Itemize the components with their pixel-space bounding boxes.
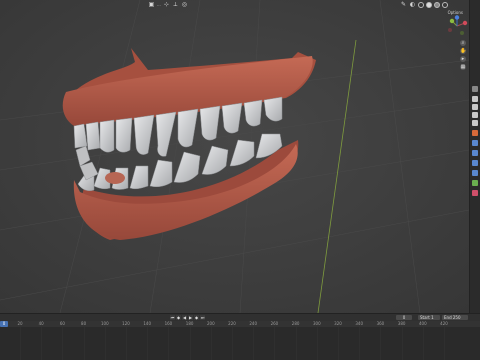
ruler-tick-line (20, 327, 21, 360)
ruler-tick-line (41, 327, 43, 360)
3d-viewport[interactable]: ▣ ... ⊹ ⟂ ◎ ✎ ◐ Options ⌕ ✋ ▸ ▦ (0, 0, 469, 313)
timeline-area[interactable]: 20 40 60 80 100 120 140 160 180 200 220 240 260 280 30… (0, 321, 480, 360)
ruler-tick-line (253, 327, 255, 360)
play-reverse-icon[interactable]: ◀ (182, 315, 187, 320)
perspective-toggle-icon[interactable]: ▦ (460, 64, 466, 70)
ruler-tick-line (104, 327, 106, 360)
mode-label[interactable]: ... (157, 2, 161, 7)
visibility-icon[interactable]: ✎ (400, 1, 407, 8)
properties-tab-strip (469, 0, 480, 313)
ruler-tick-label: 20 (17, 321, 23, 326)
pivot-icon[interactable]: ⊹ (163, 1, 170, 8)
frame-ruler[interactable]: 20 40 60 80 100 120 140 160 180 200 220 240 260 280 30… (0, 321, 480, 327)
zoom-icon[interactable]: ⌕ (460, 40, 466, 46)
playback-controls: ⏮ ◆ ◀ ▶ ◆ ⏭ (170, 315, 205, 320)
camera-view-icon[interactable]: ▸ (460, 56, 466, 62)
ruler-tick-label: 80 (81, 321, 87, 326)
ruler-tick-label: 180 (185, 321, 194, 326)
ruler-tick-label: 420 (440, 321, 448, 326)
render-tab-icon[interactable] (472, 96, 478, 102)
viewport-canvas[interactable] (0, 0, 469, 313)
proportional-edit-icon[interactable]: ◎ (181, 1, 188, 8)
ruler-tick-label: 400 (418, 321, 427, 326)
start-label: Start (420, 315, 430, 320)
play-icon[interactable]: ▶ (188, 315, 193, 320)
prev-keyframe-icon[interactable]: ◆ (176, 315, 181, 320)
modifier-tab-icon[interactable] (472, 150, 478, 156)
overlay-icon[interactable]: ◐ (409, 1, 416, 8)
current-frame-field[interactable]: 0 (396, 315, 412, 320)
ruler-tick-line (83, 327, 85, 360)
ruler-tick-line (444, 327, 445, 360)
editor-type-icon[interactable]: ▣ (148, 1, 155, 8)
ruler-tick-label: 360 (376, 321, 385, 326)
ruler-tick-line (401, 327, 403, 360)
ruler-tick-label: 120 (122, 321, 130, 326)
ruler-tick-label: 160 (164, 321, 173, 326)
viewport-header: ▣ ... ⊹ ⟂ ◎ ✎ ◐ (0, 0, 469, 9)
ruler-tick-line (316, 327, 318, 360)
solid-shading-icon[interactable] (426, 1, 432, 8)
ruler-tick-line (380, 327, 382, 360)
physics-tab-icon[interactable] (472, 170, 478, 176)
ruler-tick-label: 140 (143, 321, 152, 326)
ruler-tick-line (422, 327, 424, 360)
next-keyframe-icon[interactable]: ◆ (194, 315, 199, 320)
particles-tab-icon[interactable] (472, 160, 478, 166)
material-tab-icon[interactable] (472, 190, 478, 196)
ruler-tick-line (232, 327, 233, 360)
ruler-tick-label: 40 (38, 321, 44, 326)
object-tab-icon[interactable] (472, 140, 478, 146)
view-layer-tab-icon[interactable] (472, 112, 478, 118)
mode-group[interactable]: ▣ ... ⊹ ⟂ ◎ (148, 1, 188, 8)
end-value: 250 (452, 315, 461, 320)
data-tab-icon[interactable] (472, 180, 478, 186)
wireframe-shading-icon[interactable] (418, 1, 424, 8)
material-shading-icon[interactable] (434, 1, 440, 8)
ruler-tick-label: 380 (397, 321, 406, 326)
start-frame-field[interactable]: Start 1 (418, 315, 440, 320)
end-frame-field[interactable]: End 250 (442, 315, 468, 320)
scene-tab-icon[interactable] (472, 120, 478, 126)
ruler-tick-label: 280 (291, 321, 300, 326)
ruler-tick-line (126, 327, 127, 360)
ruler-tick-label: 300 (312, 321, 321, 326)
ruler-tick-label: 320 (334, 321, 342, 326)
ruler-tick-line (274, 327, 276, 360)
jump-end-icon[interactable]: ⏭ (200, 315, 205, 320)
ruler-tick-label: 260 (270, 321, 279, 326)
ruler-tick-label: 240 (249, 321, 258, 326)
ruler-tick-label: 60 (59, 321, 65, 326)
rendered-shading-icon[interactable] (442, 1, 448, 8)
ruler-tick-label: 200 (206, 321, 215, 326)
world-tab-icon[interactable] (472, 130, 478, 136)
ruler-tick-label: 340 (355, 321, 364, 326)
ruler-tick-line (147, 327, 149, 360)
output-tab-icon[interactable] (472, 104, 478, 110)
ruler-tick-line (210, 327, 212, 360)
ruler-tick-line (189, 327, 191, 360)
tool-tab-icon[interactable] (472, 86, 478, 92)
shading-group[interactable]: ✎ ◐ (400, 1, 448, 8)
jump-start-icon[interactable]: ⏮ (170, 315, 175, 320)
start-value: 1 (431, 315, 434, 320)
snap-icon[interactable]: ⟂ (172, 1, 179, 8)
ruler-tick-label: 220 (228, 321, 236, 326)
end-label: End (444, 315, 452, 320)
ruler-tick-line (359, 327, 361, 360)
ruler-tick-line (168, 327, 170, 360)
ruler-tick-line (62, 327, 64, 360)
ruler-tick-line (295, 327, 297, 360)
playhead[interactable]: 0 (0, 321, 8, 327)
navigation-gizmo[interactable] (446, 15, 468, 37)
pan-icon[interactable]: ✋ (460, 48, 466, 54)
ruler-tick-line (338, 327, 339, 360)
ruler-tick-label: 100 (100, 321, 109, 326)
